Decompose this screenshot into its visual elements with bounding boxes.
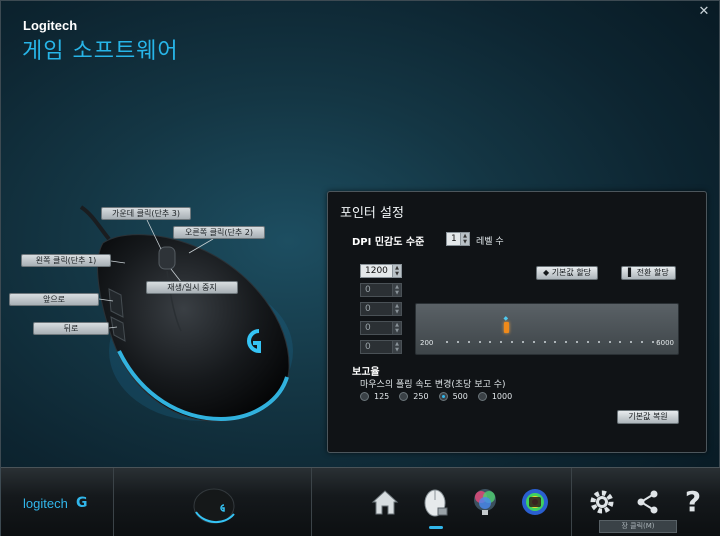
callout-middle-click[interactable]: 가운데 클릭(단추 3) [101, 207, 191, 220]
dpi-value-1: 1200 [365, 266, 388, 276]
panel-title: 포인터 설정 [340, 206, 404, 221]
dpi-value-5: 0 [365, 342, 371, 352]
callout-forward[interactable]: 앞으로 [9, 293, 99, 306]
callout-right-click[interactable]: 오른쪽 클릭(단추 2) [173, 226, 265, 239]
stepper-arrows-icon[interactable]: ▲ ▼ [392, 322, 401, 334]
dpi-sensitivity-label: DPI 민감도 수준 [352, 237, 425, 248]
slider-tick [619, 341, 622, 343]
slider-max-label: 6000 [656, 339, 674, 347]
lighting-icon[interactable] [469, 486, 501, 518]
restore-defaults-button[interactable]: 기본값 복원 [617, 410, 679, 424]
dpi-levels-stepper[interactable]: 1 ▲ ▼ [446, 232, 470, 246]
radio-label: 125 [374, 391, 390, 401]
active-tab-indicator [429, 526, 443, 529]
slider-tick [586, 341, 589, 343]
report-rate-250[interactable]: 250 [399, 390, 429, 402]
radio-label: 250 [413, 391, 429, 401]
callout-play-pause[interactable]: 재생/일시 중지 [146, 281, 238, 294]
stepper-arrows-icon[interactable]: ▲ ▼ [392, 303, 401, 315]
levels-label: 레벨 수 [476, 237, 504, 247]
dpi-value-2: 0 [365, 285, 371, 295]
dpi-value-field-1[interactable]: 1200 ▲ ▼ [360, 264, 402, 278]
slider-tick [489, 341, 492, 343]
slider-tick [521, 341, 524, 343]
share-icon[interactable] [631, 486, 663, 518]
mouse-illustration: 가운데 클릭(단추 3) 오른쪽 클릭(단추 2) 왼쪽 클릭(단추 1) 재생… [1, 191, 321, 451]
pointer-settings-panel: 포인터 설정 DPI 민감도 수준 1 ▲ ▼ 레벨 수 ◆ 기본값 할당 ▌ 전… [327, 191, 707, 453]
assign-default-button[interactable]: ◆ 기본값 할당 [536, 266, 599, 280]
slider-tick [630, 341, 633, 343]
report-rate-500[interactable]: 500 [438, 390, 468, 402]
slider-tick [467, 341, 470, 343]
divider [113, 468, 114, 536]
slider-tick [543, 341, 546, 343]
radio-icon[interactable] [399, 391, 409, 401]
dpi-levels-value: 1 [451, 234, 457, 244]
slider-tick [576, 341, 579, 343]
bottom-toolbar: logitech G ? 장 클릭(M) [1, 467, 720, 536]
stepper-arrows-icon[interactable]: ▲ ▼ [460, 233, 469, 245]
report-rate-description: 마우스의 폴링 속도 변경(초당 보고 수) [360, 380, 506, 390]
device-mouse-thumbnail[interactable] [184, 480, 240, 526]
mouse-pointer-settings-icon[interactable] [419, 486, 451, 518]
report-rate-options: 125 250 500 1000 [360, 390, 512, 402]
slider-tick [597, 341, 600, 343]
slider-tick [532, 341, 535, 343]
dpi-slider[interactable]: ◆ 200 6000 [415, 303, 679, 355]
settings-gear-icon[interactable] [586, 486, 618, 518]
slider-min-label: 200 [420, 339, 434, 347]
stepper-arrows-icon[interactable]: ▲ ▼ [392, 265, 401, 277]
stepper-arrows-icon[interactable]: ▲ ▼ [392, 284, 401, 296]
dpi-value-field-5[interactable]: 0 ▲ ▼ [360, 340, 402, 354]
report-rate-125[interactable]: 125 [360, 390, 389, 402]
radio-icon[interactable] [360, 391, 369, 401]
dpi-value-field-2[interactable]: 0 ▲ ▼ [360, 283, 402, 297]
assign-shift-button[interactable]: ▌ 전환 할당 [621, 266, 676, 280]
dpi-value-field-4[interactable]: 0 ▲ ▼ [360, 321, 402, 335]
heatmap-icon[interactable] [519, 486, 551, 518]
slider-tick [565, 341, 568, 343]
brand-label: Logitech [23, 18, 78, 33]
app-window: ✕ Logitech 게임 소프트웨어 가운데 클릭(단추 3) 오른쪽 클릭(… [0, 0, 720, 536]
slider-tick [641, 341, 644, 343]
callout-lines [98, 219, 214, 329]
logitech-g-icon: G [76, 495, 88, 511]
callout-back[interactable]: 뒤로 [33, 322, 109, 335]
slider-tick [652, 341, 654, 343]
slider-tick [500, 341, 503, 343]
slider-marker-icon: ◆ [503, 315, 509, 322]
radio-label: 500 [452, 391, 468, 401]
slider-tick [456, 341, 459, 343]
status-tooltip: 장 클릭(M) [599, 520, 677, 533]
app-title: 게임 소프트웨어 [22, 39, 179, 64]
radio-selected-icon[interactable] [438, 391, 448, 401]
divider [571, 468, 572, 536]
help-icon[interactable]: ? [677, 486, 709, 518]
dpi-value-4: 0 [365, 323, 371, 333]
radio-icon[interactable] [477, 391, 487, 401]
home-icon[interactable] [369, 486, 401, 518]
slider-thumb[interactable] [503, 322, 509, 333]
callout-left-click[interactable]: 왼쪽 클릭(단추 1) [21, 254, 111, 267]
slider-tick [478, 341, 481, 343]
slider-tick [608, 341, 611, 343]
divider [311, 468, 312, 536]
slider-tick [554, 341, 557, 343]
logitech-logo: logitech [23, 496, 68, 511]
report-rate-title: 보고율 [352, 367, 380, 378]
slider-tick [511, 341, 514, 343]
slider-tick [446, 341, 448, 343]
report-rate-1000[interactable]: 1000 [477, 390, 513, 402]
close-button[interactable]: ✕ [697, 5, 711, 19]
radio-label: 1000 [491, 391, 513, 401]
dpi-value-3: 0 [365, 304, 371, 314]
dpi-value-field-3[interactable]: 0 ▲ ▼ [360, 302, 402, 316]
stepper-arrows-icon[interactable]: ▲ ▼ [392, 341, 401, 353]
